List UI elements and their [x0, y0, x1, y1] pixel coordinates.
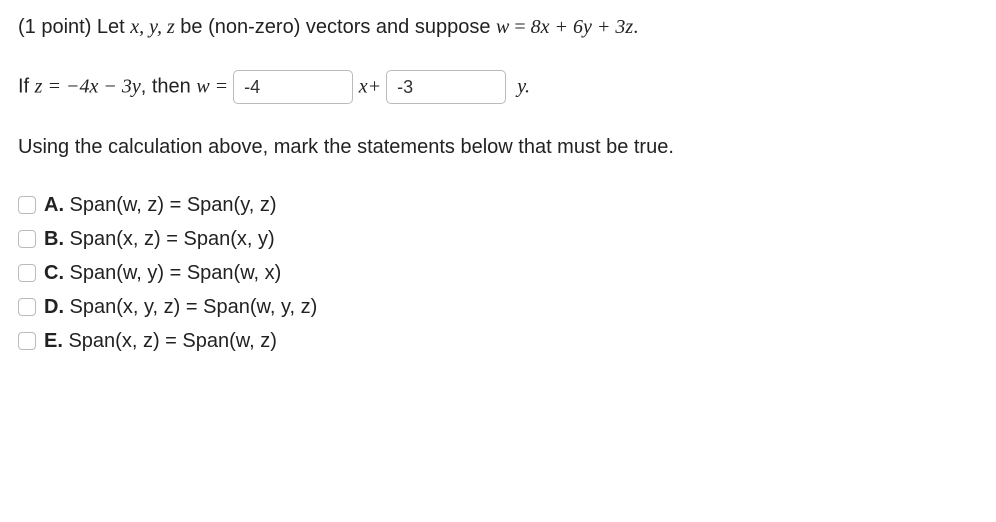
problem-statement: (1 point) Let x, y, z be (non-zero) vect… — [18, 12, 978, 42]
option-checkbox-b[interactable] — [18, 230, 36, 248]
option-label-c: C. Span(w, y) = Span(w, x) — [44, 258, 281, 288]
eq-lhs: w — [496, 16, 509, 38]
option-text-c: Span(w, y) = Span(w, x) — [64, 262, 281, 284]
option-checkbox-d[interactable] — [18, 298, 36, 316]
option-row-a: A. Span(w, z) = Span(y, z) — [18, 190, 978, 220]
option-text-e: Span(x, z) = Span(w, z) — [63, 330, 277, 352]
options-group: A. Span(w, z) = Span(y, z) B. Span(x, z)… — [18, 190, 978, 356]
option-checkbox-e[interactable] — [18, 332, 36, 350]
option-letter-d: D. — [44, 296, 64, 318]
option-label-e: E. Span(x, z) = Span(w, z) — [44, 326, 277, 356]
substitution-line: If z = −4x − 3y, then w = x+ y. — [18, 70, 978, 104]
option-checkbox-a[interactable] — [18, 196, 36, 214]
option-text-b: Span(x, z) = Span(x, y) — [64, 228, 275, 250]
eq-eq: = — [509, 16, 530, 38]
instruction-text: Using the calculation above, mark the st… — [18, 132, 978, 162]
option-letter-a: A. — [44, 194, 64, 216]
option-label-d: D. Span(x, y, z) = Span(w, y, z) — [44, 292, 317, 322]
option-letter-e: E. — [44, 330, 63, 352]
x-plus: x+ — [359, 76, 386, 98]
z-equation: z = −4x − 3y — [35, 76, 141, 98]
option-checkbox-c[interactable] — [18, 264, 36, 282]
option-letter-b: B. — [44, 228, 64, 250]
option-label-a: A. Span(w, z) = Span(y, z) — [44, 190, 277, 220]
y-dot: y. — [517, 76, 530, 98]
option-row-b: B. Span(x, z) = Span(x, y) — [18, 224, 978, 254]
prompt-mid1: be (non-zero) vectors and suppose — [175, 16, 496, 38]
option-row-e: E. Span(x, z) = Span(w, z) — [18, 326, 978, 356]
option-letter-c: C. — [44, 262, 64, 284]
if-text: If — [18, 76, 35, 98]
coefficient-x-input[interactable] — [233, 70, 353, 104]
vars-xyz: x, y, z — [130, 16, 174, 38]
option-text-a: Span(w, z) = Span(y, z) — [64, 194, 277, 216]
option-row-c: C. Span(w, y) = Span(w, x) — [18, 258, 978, 288]
option-label-b: B. Span(x, z) = Span(x, y) — [44, 224, 275, 254]
eq-rhs: 8x + 6y + 3z — [531, 16, 634, 38]
option-row-d: D. Span(x, y, z) = Span(w, y, z) — [18, 292, 978, 322]
option-text-d: Span(x, y, z) = Span(w, y, z) — [64, 296, 317, 318]
eq-dot: . — [633, 16, 638, 38]
coefficient-y-input[interactable] — [386, 70, 506, 104]
w-equals: w = — [196, 76, 233, 98]
prompt-prefix: (1 point) Let — [18, 16, 130, 38]
then-text: , then — [141, 76, 197, 98]
